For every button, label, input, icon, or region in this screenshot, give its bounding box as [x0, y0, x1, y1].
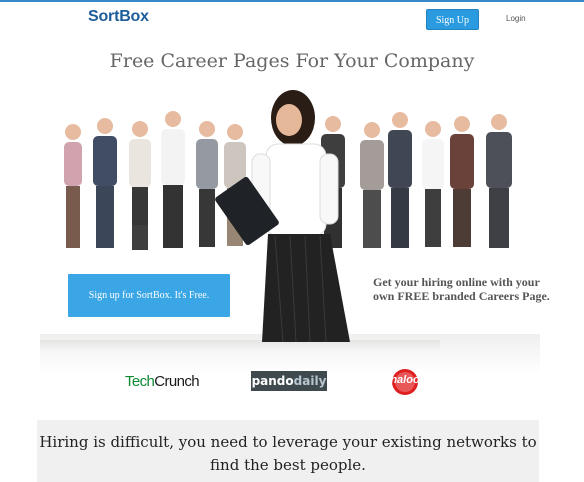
techcrunch-logo: TechCrunch — [125, 373, 200, 409]
techcrunch-crunch-text: Crunch — [154, 373, 200, 390]
page-headline: Free Career Pages For Your Company — [109, 50, 475, 72]
signup-button[interactable]: Sign Up — [426, 9, 479, 30]
pandodaily-logo: pandodaily — [251, 371, 327, 391]
pando-text: pando — [251, 374, 294, 388]
haloo-logo: haloo — [384, 367, 426, 397]
hero-tagline: Get your hiring online with your own FRE… — [373, 275, 550, 303]
login-link[interactable]: Login — [506, 14, 526, 23]
haloo-text: haloo — [390, 374, 420, 386]
signup-cta-button[interactable]: Sign up for SortBox. It's Free. — [68, 274, 230, 317]
top-border — [0, 0, 584, 2]
daily-text: daily — [293, 374, 327, 388]
techcrunch-tech-text: Tech — [125, 373, 155, 390]
sortbox-logo[interactable]: SortBox — [88, 8, 149, 26]
hiring-message: Hiring is difficult, you need to leverag… — [39, 433, 537, 474]
